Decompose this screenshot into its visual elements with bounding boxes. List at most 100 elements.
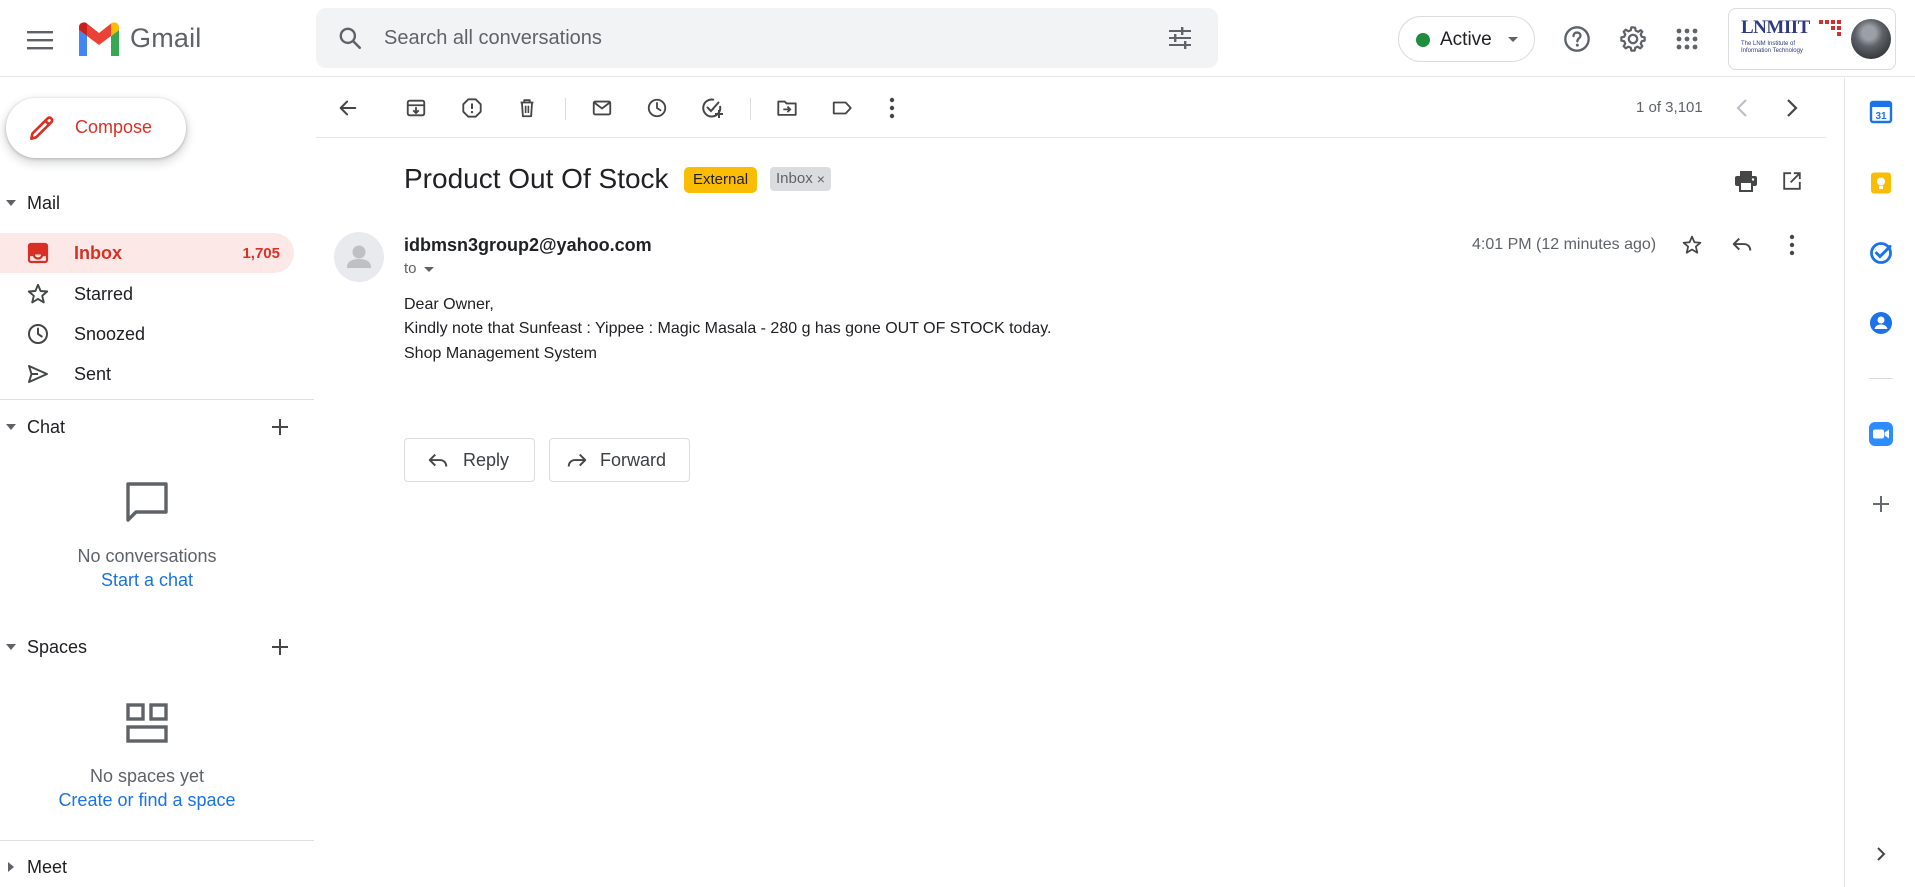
account-switcher[interactable]: LNMIIT The LNM Institute of Information … bbox=[1728, 8, 1896, 70]
search-bar bbox=[316, 8, 1218, 68]
archive-icon[interactable] bbox=[396, 88, 436, 128]
message-toolbar: 1 of 3,101 bbox=[316, 78, 1826, 138]
status-dot bbox=[1416, 33, 1430, 47]
message-body-line: Shop Management System bbox=[404, 345, 597, 362]
sidebar-item-label: Snoozed bbox=[74, 324, 146, 344]
apps-grid-icon[interactable] bbox=[1664, 16, 1710, 62]
print-icon[interactable] bbox=[1726, 161, 1766, 201]
reply-label: Reply bbox=[463, 450, 510, 470]
spaces-empty-state bbox=[0, 702, 294, 749]
forward-button[interactable]: Forward bbox=[549, 438, 690, 482]
add-to-tasks-icon[interactable] bbox=[692, 88, 732, 128]
sidebar-item-sent[interactable]: Sent bbox=[0, 354, 294, 394]
keep-notes-icon[interactable] bbox=[1861, 163, 1901, 203]
reply-icon bbox=[427, 450, 449, 472]
message-timestamp: 4:01 PM (12 minutes ago) bbox=[1472, 236, 1657, 253]
pencil-icon bbox=[26, 112, 58, 144]
external-label-badge: External bbox=[684, 167, 758, 193]
toolbar-divider bbox=[565, 98, 566, 120]
reply-icon[interactable] bbox=[1722, 225, 1762, 265]
sidebar-item-snoozed[interactable]: Snoozed bbox=[0, 314, 294, 354]
mail-section-label: Mail bbox=[27, 193, 61, 213]
snooze-clock-icon[interactable] bbox=[637, 88, 677, 128]
spaces-section-header[interactable]: Spaces bbox=[0, 629, 314, 665]
create-space-link[interactable]: Create or find a space bbox=[0, 790, 294, 811]
chevron-right-icon[interactable] bbox=[1772, 88, 1812, 128]
trash-icon[interactable] bbox=[507, 88, 547, 128]
sidebar-item-label: Starred bbox=[74, 284, 134, 304]
sidebar-item-starred[interactable]: Starred bbox=[0, 274, 294, 314]
search-icon[interactable] bbox=[332, 20, 368, 56]
gmail-m-icon bbox=[76, 21, 122, 56]
organization-logo: LNMIIT The LNM Institute of Information … bbox=[1741, 17, 1841, 61]
more-vert-icon[interactable] bbox=[1772, 225, 1812, 265]
caret-down-icon bbox=[423, 263, 435, 275]
app-name: Gmail bbox=[130, 22, 202, 53]
chevron-left-icon[interactable] bbox=[1722, 88, 1762, 128]
chevron-down-icon bbox=[1503, 29, 1523, 49]
sidebar-divider bbox=[0, 399, 314, 400]
side-panel: 31 bbox=[1844, 78, 1915, 887]
back-arrow-icon[interactable] bbox=[328, 88, 368, 128]
send-icon bbox=[26, 362, 50, 386]
move-to-folder-icon[interactable] bbox=[767, 88, 807, 128]
compose-button[interactable]: Compose bbox=[6, 98, 186, 158]
settings-gear-icon[interactable] bbox=[1610, 16, 1656, 62]
organization-name: LNMIIT bbox=[1741, 17, 1810, 38]
side-panel-divider bbox=[1869, 378, 1893, 379]
open-in-new-window-icon[interactable] bbox=[1772, 161, 1812, 201]
close-icon[interactable]: × bbox=[817, 167, 825, 191]
start-chat-link[interactable]: Start a chat bbox=[0, 570, 294, 591]
message-body-line: Dear Owner, bbox=[404, 296, 494, 313]
star-icon[interactable] bbox=[1672, 225, 1712, 265]
chat-section-header[interactable]: Chat bbox=[0, 409, 314, 445]
avatar[interactable] bbox=[1851, 19, 1891, 59]
chevron-right-icon[interactable] bbox=[1861, 834, 1901, 874]
sender-email[interactable]: idbmsn3group2@yahoo.com bbox=[404, 235, 652, 256]
recipients-details[interactable]: to bbox=[404, 260, 435, 277]
sender-avatar[interactable] bbox=[334, 232, 384, 282]
chat-empty-text: No conversations bbox=[77, 546, 217, 566]
caret-down-icon bbox=[5, 641, 17, 653]
top-bar: Gmail Active bbox=[0, 0, 1915, 77]
mark-unread-icon[interactable] bbox=[582, 88, 622, 128]
gmail-logo[interactable]: Gmail bbox=[76, 20, 202, 56]
spaces-empty-text: No spaces yet bbox=[89, 766, 205, 786]
message-subject: Product Out Of Stock bbox=[404, 163, 669, 194]
to-label: to bbox=[404, 260, 417, 277]
add-addon-plus-icon[interactable] bbox=[1861, 484, 1901, 524]
status-label: Active bbox=[1440, 29, 1492, 50]
unread-count-badge: 1,705 bbox=[242, 245, 280, 262]
plus-icon[interactable] bbox=[262, 629, 298, 665]
pagination-count: 1 of 3,101 bbox=[1636, 99, 1703, 116]
mail-section-header[interactable]: Mail bbox=[0, 185, 314, 221]
svg-text:31: 31 bbox=[1875, 111, 1887, 122]
chat-empty-state bbox=[0, 480, 294, 529]
zoom-video-icon[interactable] bbox=[1861, 414, 1901, 454]
reply-button[interactable]: Reply bbox=[404, 438, 535, 482]
tasks-icon[interactable] bbox=[1861, 233, 1901, 273]
caret-down-icon bbox=[5, 197, 17, 209]
report-spam-icon[interactable] bbox=[452, 88, 492, 128]
sidebar-item-inbox[interactable]: Inbox 1,705 bbox=[0, 233, 294, 273]
contacts-icon[interactable] bbox=[1861, 303, 1901, 343]
star-icon bbox=[26, 282, 50, 306]
search-options-icon[interactable] bbox=[1162, 20, 1198, 56]
chat-bubble-icon bbox=[124, 480, 170, 524]
label-tag-icon[interactable] bbox=[822, 88, 862, 128]
organization-mark-icon bbox=[1819, 20, 1841, 36]
plus-icon[interactable] bbox=[262, 409, 298, 445]
sidebar-divider bbox=[0, 840, 314, 841]
spaces-grid-icon bbox=[125, 702, 169, 744]
search-input[interactable] bbox=[384, 22, 1144, 54]
inbox-label-text: Inbox bbox=[776, 170, 813, 187]
calendar-icon[interactable]: 31 bbox=[1861, 92, 1901, 132]
forward-label: Forward bbox=[600, 450, 667, 470]
meet-section-header[interactable]: Meet bbox=[0, 849, 314, 885]
status-selector[interactable]: Active bbox=[1398, 16, 1535, 62]
more-vert-icon[interactable] bbox=[872, 88, 912, 128]
help-icon[interactable] bbox=[1554, 16, 1600, 62]
message-body-line: Kindly note that Sunfeast : Yippee : Mag… bbox=[404, 320, 1052, 337]
sidebar-item-label: Inbox bbox=[74, 243, 122, 263]
main-menu-icon[interactable] bbox=[16, 16, 64, 64]
